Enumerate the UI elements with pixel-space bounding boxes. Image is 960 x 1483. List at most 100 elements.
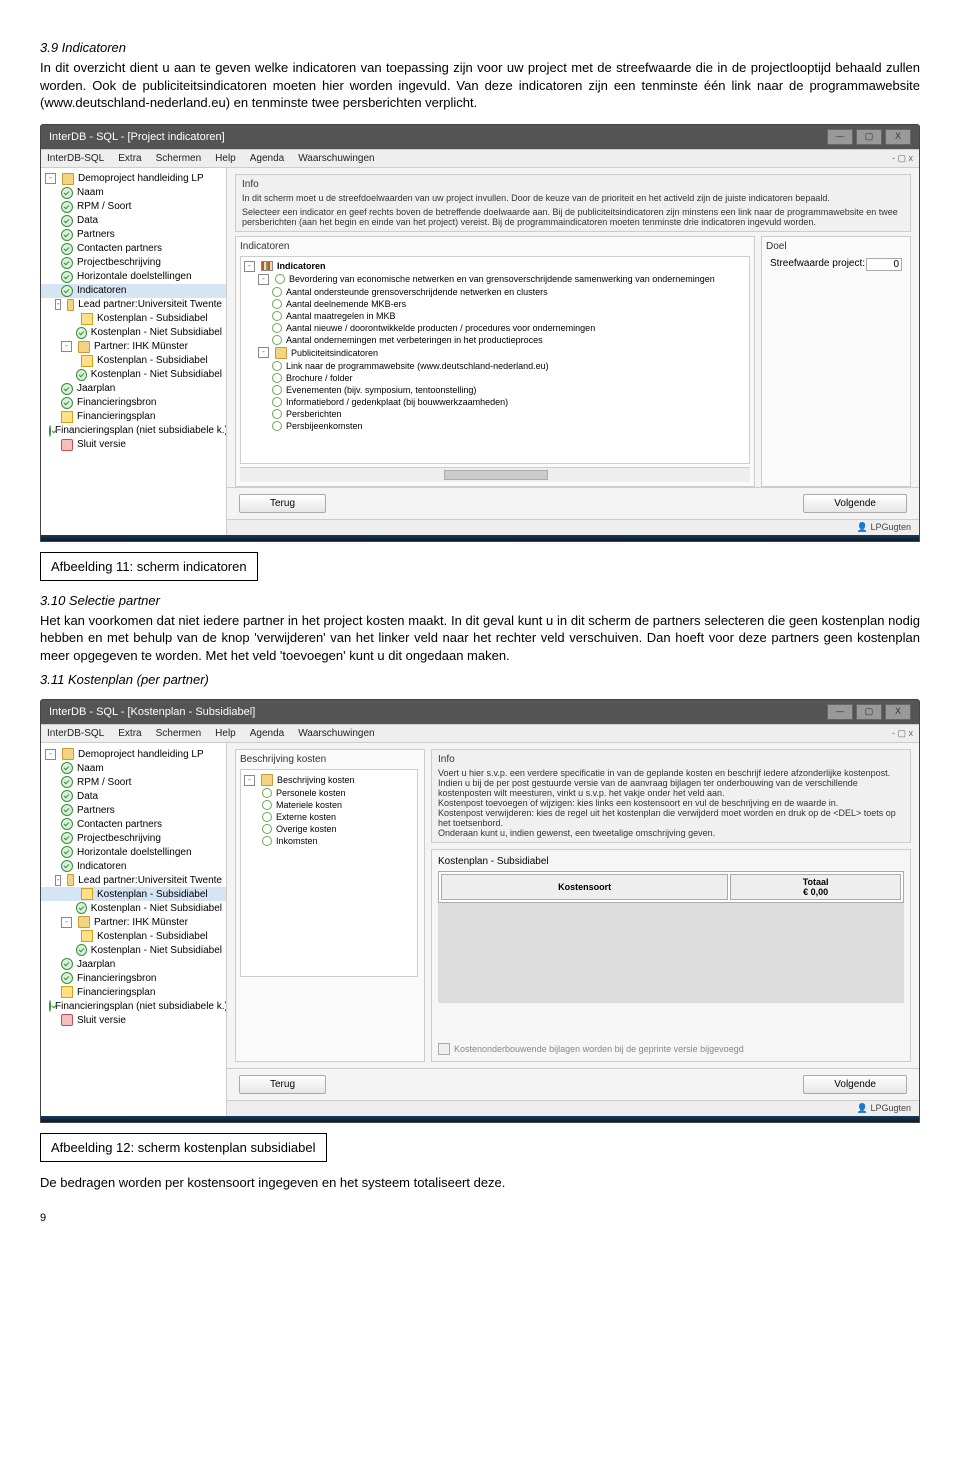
sidebar-item[interactable]: Financieringsbron [41,971,226,985]
sidebar-item[interactable]: -Lead partner:Universiteit Twente [41,298,226,312]
kosten-tree[interactable]: - Beschrijving kosten Personele kosten M… [240,769,418,977]
sidebar-item[interactable]: Kostenplan - Subsidiabel [41,312,226,326]
sidebar-item[interactable]: Sluit versie [41,438,226,452]
sidebar-item[interactable]: Kostenplan - Niet Subsidiabel [41,943,226,957]
menu-item[interactable]: InterDB-SQL [47,728,104,739]
menu-item[interactable]: Agenda [250,153,284,164]
group-title: Beschrijving kosten [240,754,420,765]
sidebar-item[interactable]: Financieringsbron [41,396,226,410]
sidebar-item[interactable]: RPM / Soort [41,200,226,214]
group-title: Doel [766,241,906,252]
next-button[interactable]: Volgende [803,1075,907,1094]
streefwaarde-input[interactable]: 0 [866,258,902,271]
sidebar-item[interactable]: Kostenplan - Niet Subsidiabel [41,368,226,382]
sidebar-item[interactable]: Projectbeschrijving [41,256,226,270]
scrollbar[interactable] [240,467,750,482]
sidebar-item[interactable]: Kostenplan - Niet Subsidiabel [41,901,226,915]
closing-text: De bedragen worden per kostensoort ingeg… [40,1174,920,1192]
info-panel: Info Voert u hier s.v.p. een verdere spe… [431,749,911,843]
table-body-empty [438,903,904,1003]
section-3-10-body: Het kan voorkomen dat niet iedere partne… [40,612,920,665]
sidebar-item[interactable]: Partners [41,803,226,817]
sidebar-item[interactable]: Kostenplan - Subsidiabel [41,887,226,901]
sidebar-item[interactable]: Contacten partners [41,242,226,256]
project-tree[interactable]: -Demoproject handleiding LPNaamRPM / Soo… [41,168,227,535]
status-bar: 👤 LPGugten [227,1100,919,1116]
maximize-button[interactable]: ▢ [856,704,882,720]
window-title: InterDB - SQL - [Project indicatoren] [49,131,225,143]
panel-title: Kostenplan - Subsidiabel [438,856,904,867]
sidebar-item[interactable]: Contacten partners [41,817,226,831]
info-text: In dit scherm moet u de streefdoelwaarde… [242,193,904,203]
sidebar-item[interactable]: -Lead partner:Universiteit Twente [41,873,226,887]
menu-item[interactable]: Schermen [156,728,202,739]
sidebar-item[interactable]: Kostenplan - Subsidiabel [41,929,226,943]
menu-item[interactable]: InterDB-SQL [47,153,104,164]
sidebar-item[interactable]: Jaarplan [41,957,226,971]
page-number: 9 [40,1212,920,1224]
sidebar-item[interactable]: Indicatoren [41,859,226,873]
beschrijving-group: Beschrijving kosten - Beschrijving koste… [235,749,425,1062]
info-text: Voert u hier s.v.p. een verdere specific… [438,768,904,838]
mdi-controls[interactable]: - ▢ x [892,728,913,739]
menu-item[interactable]: Waarschuwingen [298,728,374,739]
maximize-button[interactable]: ▢ [856,129,882,145]
screenshot-kostenplan: InterDB - SQL - [Kostenplan - Subsidiabe… [40,699,920,1123]
sidebar-item[interactable]: Jaarplan [41,382,226,396]
sidebar-item[interactable]: Kostenplan - Subsidiabel [41,354,226,368]
menu-item[interactable]: Extra [118,153,141,164]
sidebar-item[interactable]: Financieringsplan [41,410,226,424]
next-button[interactable]: Volgende [803,494,907,513]
th-kostensoort: Kostensoort [441,874,728,900]
sidebar-item[interactable]: Sluit versie [41,1013,226,1027]
menu-item[interactable]: Waarschuwingen [298,153,374,164]
attachment-checkbox[interactable] [438,1043,450,1055]
sidebar-item[interactable]: Indicatoren [41,284,226,298]
menu-item[interactable]: Agenda [250,728,284,739]
streefwaarde-label: Streefwaarde project: [770,258,865,271]
menu-item[interactable]: Schermen [156,153,202,164]
mdi-controls[interactable]: - ▢ x [892,153,913,164]
sidebar-item[interactable]: RPM / Soort [41,775,226,789]
back-button[interactable]: Terug [239,494,326,513]
window-titlebar: InterDB - SQL - [Project indicatoren] — … [41,125,919,149]
section-3-9-title: 3.9 Indicatoren [40,40,920,55]
sidebar-item[interactable]: Kostenplan - Niet Subsidiabel [41,326,226,340]
sidebar-item[interactable]: Naam [41,186,226,200]
menu-item[interactable]: Extra [118,728,141,739]
indicator-tree[interactable]: - Indicatoren- Bevordering van economisc… [240,256,750,464]
group-title: Indicatoren [240,241,750,252]
sidebar-item[interactable]: Financieringsplan (niet subsidiabele k.) [41,424,226,438]
sidebar-item[interactable]: Naam [41,761,226,775]
window-title: InterDB - SQL - [Kostenplan - Subsidiabe… [49,706,255,718]
sidebar-item[interactable]: Financieringsplan [41,985,226,999]
sidebar-item[interactable]: Data [41,214,226,228]
close-button[interactable]: X [885,129,911,145]
menu-item[interactable]: Help [215,153,236,164]
info-text: Selecteer een indicator en geef rechts b… [242,207,904,227]
sidebar-item[interactable]: Partners [41,228,226,242]
minimize-button[interactable]: — [827,129,853,145]
sidebar-item[interactable]: Projectbeschrijving [41,831,226,845]
sidebar-item[interactable]: Data [41,789,226,803]
sidebar-item[interactable]: Financieringsplan (niet subsidiabele k.) [41,999,226,1013]
sidebar-item[interactable]: -Partner: IHK Münster [41,340,226,354]
sidebar-item[interactable]: -Partner: IHK Münster [41,915,226,929]
close-button[interactable]: X [885,704,911,720]
kosten-table[interactable]: Kostensoort Totaal€ 0,00 [438,871,904,903]
window-titlebar: InterDB - SQL - [Kostenplan - Subsidiabe… [41,700,919,724]
th-totaal: Totaal€ 0,00 [730,874,901,900]
kostenplan-panel: Kostenplan - Subsidiabel Kostensoort Tot… [431,849,911,1062]
doel-group: Doel Streefwaarde project: 0 [761,236,911,487]
project-tree[interactable]: -Demoproject handleiding LPNaamRPM / Soo… [41,743,227,1116]
screenshot-indicatoren: InterDB - SQL - [Project indicatoren] — … [40,124,920,542]
caption-12: Afbeelding 12: scherm kostenplan subsidi… [40,1133,327,1162]
attachment-label: Kostenonderbouwende bijlagen worden bij … [454,1044,744,1054]
sidebar-item[interactable]: Horizontale doelstellingen [41,270,226,284]
sidebar-item[interactable]: Horizontale doelstellingen [41,845,226,859]
menu-item[interactable]: Help [215,728,236,739]
menubar: InterDB-SQL Extra Schermen Help Agenda W… [41,149,919,168]
minimize-button[interactable]: — [827,704,853,720]
back-button[interactable]: Terug [239,1075,326,1094]
info-title: Info [242,179,904,190]
